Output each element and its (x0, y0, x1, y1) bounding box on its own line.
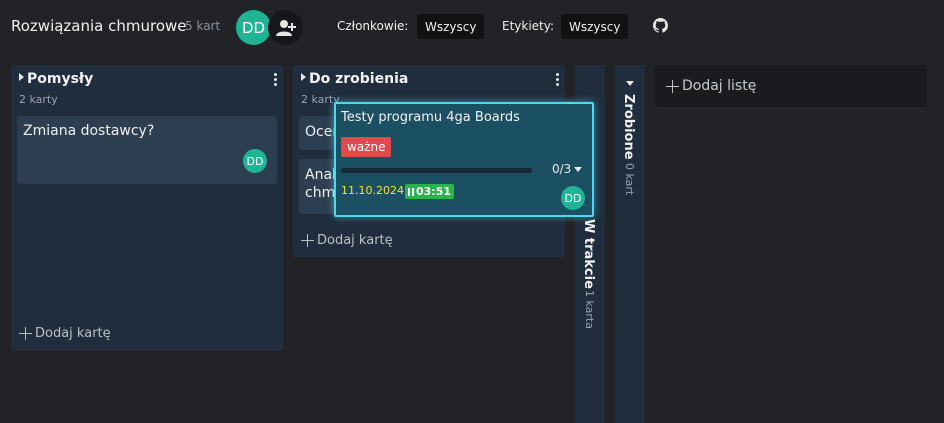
card[interactable]: Zmiana dostawcy? DD (17, 116, 277, 184)
plus-icon (301, 234, 314, 247)
add-card-button[interactable]: Dodaj kartę (301, 233, 393, 248)
collapse-triangle-icon[interactable] (301, 73, 306, 81)
collapsed-list-title: W trakcie (581, 219, 596, 289)
list-menu-icon[interactable] (555, 73, 559, 86)
add-list-button[interactable]: Dodaj listę (655, 65, 927, 107)
card-title: Zmiana dostawcy? (23, 123, 155, 139)
user-avatar[interactable]: DD (236, 10, 271, 45)
list-card-count: 2 karty (19, 93, 58, 106)
timer-badge[interactable]: 03:51 (405, 184, 455, 199)
members-filter-select[interactable]: Wszyscy (417, 14, 485, 39)
collapsed-list-count: 1 karta (583, 290, 596, 329)
expand-triangle-icon[interactable] (626, 81, 634, 86)
collapsed-list-zrobione[interactable]: Zrobione 0 kart (615, 65, 645, 423)
collapsed-list-count: 0 kart (623, 163, 636, 196)
list-title[interactable]: Do zrobienia (301, 71, 408, 87)
card-title: Testy programu 4ga Boards (341, 110, 520, 125)
checklist-progress-bar (341, 168, 532, 173)
add-card-button[interactable]: Dodaj kartę (19, 326, 111, 341)
card-member-avatar: DD (561, 186, 585, 210)
board-card-count: 5 kart (185, 19, 221, 33)
labels-filter-label: Etykiety: (502, 19, 555, 33)
list-menu-icon[interactable] (273, 73, 277, 86)
members-filter-label: Członkowie: (337, 19, 409, 33)
add-member-button[interactable] (268, 10, 303, 45)
due-date: 11.10.2024 (341, 184, 404, 197)
plus-icon (666, 79, 679, 93)
add-user-icon (275, 19, 296, 36)
card-label-badge: ważne (341, 137, 392, 157)
board-title[interactable]: Rozwiązania chmurowe (11, 17, 187, 35)
pause-icon (408, 187, 414, 196)
labels-filter-select[interactable]: Wszyscy (561, 14, 629, 39)
github-icon[interactable] (653, 18, 668, 33)
collapsed-list-title: Zrobione (621, 94, 636, 160)
collapse-triangle-icon[interactable] (19, 73, 24, 81)
card-member-avatar: DD (243, 149, 267, 173)
board-header: Rozwiązania chmurowe 5 kart DD Członkowi… (0, 0, 944, 54)
dragged-card[interactable]: Testy programu 4ga Boards ważne 0/3 11.1… (334, 102, 594, 217)
chevron-down-icon (574, 166, 583, 172)
checklist-toggle[interactable]: 0/3 (552, 162, 583, 176)
plus-icon (19, 327, 32, 340)
list-title[interactable]: Pomysły (19, 71, 93, 87)
list-pomysly: Pomysły 2 karty Zmiana dostawcy? DD Doda… (11, 65, 283, 351)
